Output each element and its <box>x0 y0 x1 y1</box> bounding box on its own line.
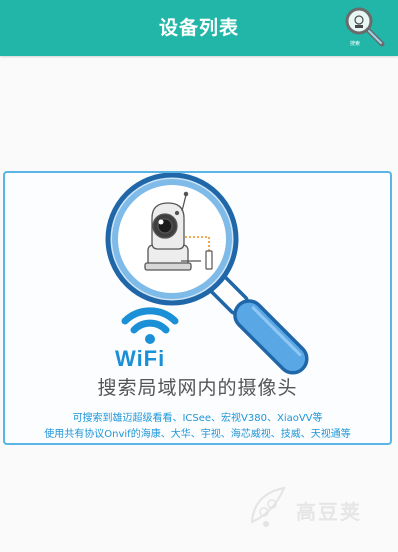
search-button[interactable]: 搜索 <box>344 4 394 52</box>
magnifier-handle <box>207 273 309 375</box>
watermark-text: 高豆荚 <box>296 500 362 524</box>
wifi-label: WiFi <box>115 346 166 371</box>
lan-search-card[interactable]: WiFi 搜索局域网内的摄像头 可搜索到雄迈超级看看、ICSee、宏视V380、… <box>3 171 392 445</box>
wifi-icon <box>121 307 179 344</box>
magnifier-camera-illustration <box>105 173 309 375</box>
card-subtext-line2: 使用共有协议Onvif的海康、大华、宇视、海芯威视、技威、天视通等 <box>44 429 351 440</box>
pea-pod-logo-icon <box>250 486 286 527</box>
page-title: 设备列表 <box>158 17 239 39</box>
search-caption: 搜索 <box>349 41 360 47</box>
watermark: 高豆荚 <box>244 482 374 532</box>
top-app-bar: 设备列表 搜索 <box>0 0 398 56</box>
card-subtext-line1: 可搜索到雄迈超级看看、ICSee、宏视V380、XiaoVV等 <box>72 413 323 424</box>
card-main-text: 搜索局域网内的摄像头 <box>97 377 298 399</box>
